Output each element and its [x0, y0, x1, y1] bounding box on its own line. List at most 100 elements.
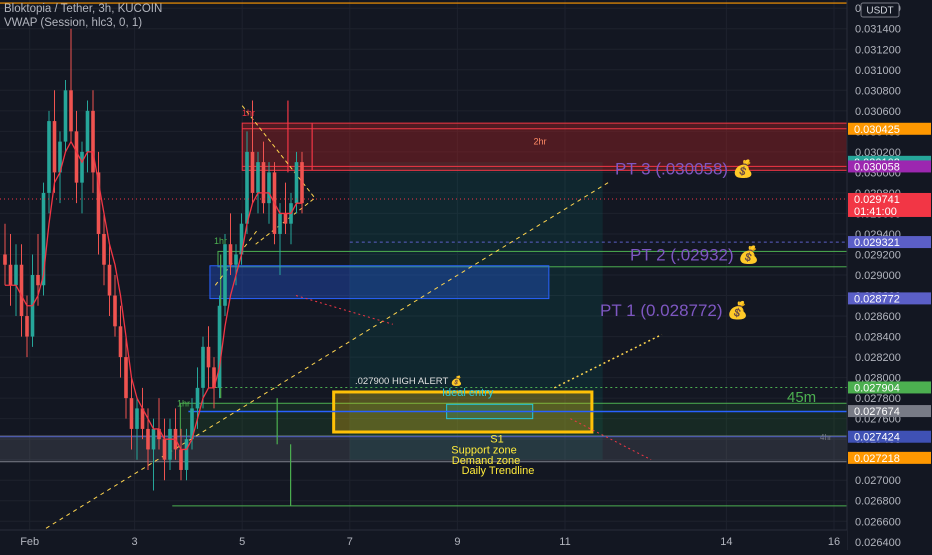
time-tick-label: 11: [559, 536, 570, 548]
time-tick-label: 14: [720, 536, 732, 548]
zone-demand: [0, 435, 848, 463]
candle-body: [36, 275, 40, 286]
price-tick-label: 0.030800: [855, 85, 901, 97]
candle-body: [250, 151, 255, 193]
candle-body: [63, 90, 68, 142]
label-ideal-entry: Ideal entry: [442, 387, 494, 399]
price-tick-label: 0.026400: [855, 537, 901, 549]
candle-body: [300, 162, 304, 204]
label-1hr-top: 1hr: [242, 108, 255, 118]
candle-body: [135, 408, 139, 429]
price-tag-countdown: 01:41:00: [854, 206, 897, 218]
label-2hr: 2hr: [533, 137, 546, 147]
candle-body: [195, 387, 200, 409]
label-1hr-mid: 1hr: [214, 236, 227, 246]
candle-body: [129, 398, 134, 429]
candle-body: [47, 121, 51, 193]
candle-body: [283, 213, 288, 224]
candle-body: [256, 162, 260, 193]
price-tick-label: 0.026800: [855, 496, 901, 508]
price-tick-label: 0.027000: [855, 475, 901, 487]
label-daily-trendline: Daily Trendline: [462, 465, 535, 477]
candle-body: [107, 264, 112, 296]
candle-body: [151, 428, 156, 450]
time-tick-label: 5: [239, 536, 245, 548]
price-tag-label: 0.027674: [854, 406, 900, 418]
currency-badge: USDT: [860, 2, 900, 18]
price-tag-label: 0.027218: [854, 453, 900, 465]
symbol-title[interactable]: Bloktopia / Tether, 3h, KUCOIN: [4, 2, 162, 16]
candlestick-chart[interactable]: PT 3 (.030058) 💰 PT 2 (.02932) 💰 PT 1 (0.0…: [0, 0, 932, 550]
candle-body: [25, 316, 29, 337]
candle-body: [146, 428, 150, 450]
price-tag-label: 0.027904: [854, 382, 900, 394]
price-tag: 0.030058: [848, 160, 931, 173]
label-high-alert: .027900 HIGH ALERT 💰: [355, 375, 463, 387]
label-s1: S1: [490, 433, 503, 445]
zone-blue-box: [209, 265, 550, 300]
price-tag-label: 0.030425: [854, 124, 900, 136]
label-pt3: PT 3 (.030058) 💰: [615, 158, 754, 179]
price-tag: 0.027218: [848, 451, 931, 465]
candle-body: [162, 439, 167, 460]
zone-2hr: [241, 122, 848, 171]
time-tick-label: 3: [132, 536, 138, 548]
price-tag: 0.027424: [848, 430, 931, 444]
candle-body: [278, 213, 282, 234]
label-1hr-low: 1hr: [177, 398, 190, 408]
price-tag: 0.028772: [848, 292, 931, 305]
candle-body: [184, 439, 189, 470]
candle: [63, 80, 68, 152]
candle-body: [168, 428, 172, 460]
price-tag-label: 0.029321: [854, 237, 900, 249]
price-tag: 0.027904: [848, 381, 931, 394]
price-tick-label: 0.026600: [855, 516, 901, 528]
candle-body: [206, 346, 211, 368]
price-tick-label: 0.029200: [855, 249, 901, 261]
candle-body: [102, 233, 106, 265]
price-tick-label: 0.031000: [855, 65, 901, 77]
candle-body: [217, 305, 222, 388]
price-tag: 0.029321: [848, 236, 931, 249]
price-tick-label: 0.031400: [855, 24, 901, 36]
time-tick-label: Feb: [20, 536, 39, 548]
candle-body: [52, 121, 57, 173]
price-tag-label: 0.027424: [854, 432, 900, 444]
price-tag-label: 0.028772: [854, 293, 900, 305]
candle-body: [14, 264, 18, 286]
label-4hr: 4hr: [820, 433, 832, 442]
candle: [217, 295, 222, 399]
candle-body: [80, 151, 84, 183]
candle-body: [201, 346, 205, 388]
price-tick-label: 0.028400: [855, 332, 901, 344]
candle-body: [294, 162, 299, 204]
candle-body: [245, 151, 249, 224]
label-pt2: PT 2 (.02932) 💰: [630, 245, 760, 266]
candle-body: [118, 326, 123, 358]
price-tick-label: 0.028600: [855, 311, 901, 323]
candle-body: [74, 131, 79, 183]
label-pt1: PT 1 (0.028772) 💰: [600, 300, 748, 321]
price-tick-label: 0.028200: [855, 352, 901, 364]
price-tick-label: 0.027800: [855, 393, 901, 405]
chart-root: PT 3 (.030058) 💰 PT 2 (.02932) 💰 PT 1 (0.0…: [0, 0, 932, 550]
candle-body: [8, 264, 13, 286]
price-tick-label: 0.029000: [855, 270, 901, 282]
price-tag-label: 0.029741: [854, 194, 900, 206]
price-tick-label: 0.030600: [855, 106, 901, 118]
price-tag-label: 0.030058: [854, 161, 900, 173]
candle-body: [91, 110, 95, 173]
chart-legend: Bloktopia / Tether, 3h, KUCOIN VWAP (Ses…: [4, 2, 162, 30]
candle-body: [113, 295, 117, 327]
candle-body: [3, 254, 7, 265]
candle-body: [223, 244, 227, 306]
price-tag: 0.02974101:41:00: [848, 192, 931, 218]
candle-body: [234, 254, 238, 265]
candle-body: [179, 449, 183, 470]
price-tick-label: 0.031200: [855, 44, 901, 56]
price-tag: 0.030425: [848, 122, 931, 136]
candle-body: [124, 357, 128, 399]
candle: [223, 233, 227, 317]
indicator-legend[interactable]: VWAP (Session, hlc3, 0, 1): [4, 16, 162, 30]
currency-label: USDT: [866, 6, 893, 17]
